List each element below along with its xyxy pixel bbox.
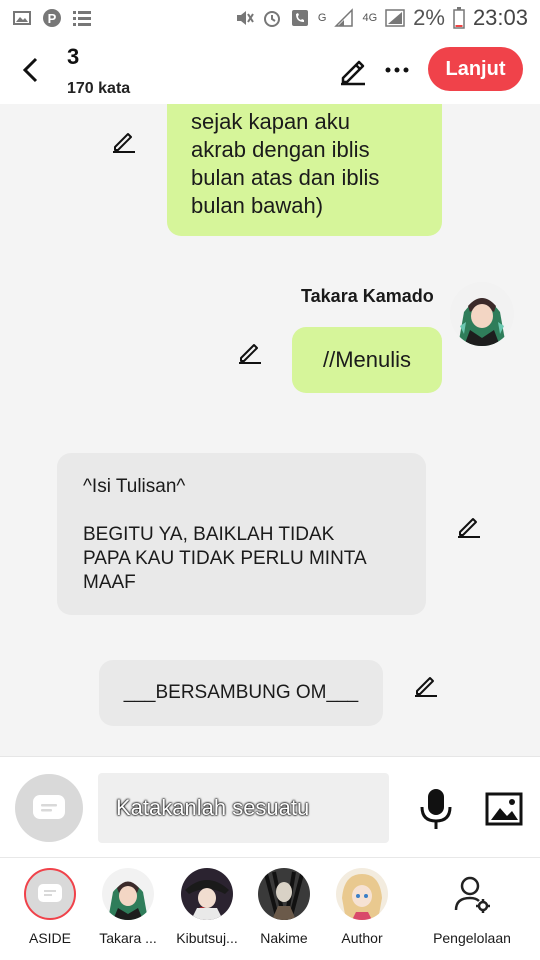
network-g-label: G: [317, 12, 327, 24]
aside-avatar: [24, 868, 76, 920]
avatar: [336, 868, 388, 920]
aside-icon: [38, 884, 62, 902]
network-4g-label: 4G: [362, 12, 378, 24]
message-line: akrab dengan iblis: [191, 137, 370, 162]
narration-bubble[interactable]: ___BERSAMBUNG OM___: [99, 660, 383, 726]
manage-characters-button[interactable]: Pengelolaan: [426, 868, 518, 946]
more-options-button[interactable]: [380, 54, 414, 86]
signal-4g-icon: [385, 9, 405, 27]
status-bar: P G 4G 2% 23:03: [0, 0, 540, 36]
narration-line: BEGITU YA, BAIKLAH TIDAK: [83, 524, 335, 545]
character-author[interactable]: Author: [322, 868, 402, 946]
more-dots-icon: [385, 67, 409, 73]
character-avatar-image: [450, 282, 514, 346]
avatar: [102, 868, 154, 920]
edit-title-button[interactable]: [337, 54, 369, 86]
avatar: [181, 868, 233, 920]
alarm-icon: [263, 11, 280, 27]
avatar[interactable]: [450, 282, 514, 346]
signal-icon: [334, 8, 354, 27]
battery-icon: [453, 7, 465, 29]
voice-input-button[interactable]: [416, 787, 456, 831]
pencil-icon: [341, 60, 365, 86]
character-name: Nakime: [260, 930, 308, 946]
narration-text: ___BERSAMBUNG OM___: [123, 682, 359, 703]
message-line: bulan bawah): [191, 193, 324, 218]
character-kibutsuji[interactable]: Kibutsuj...: [167, 868, 247, 946]
back-button[interactable]: [12, 52, 48, 88]
message-input[interactable]: Katakanlah sesuatu: [98, 773, 389, 843]
image-notification-icon: [13, 11, 31, 25]
clock: 23:03: [472, 5, 528, 30]
next-button[interactable]: Lanjut: [428, 47, 523, 91]
svg-text:P: P: [48, 11, 57, 26]
character-bar: ASIDE Takara ... Kibutsuj... Nakime Auth…: [0, 857, 540, 960]
edit-message-icon[interactable]: [413, 672, 439, 698]
mute-icon: [236, 11, 254, 25]
character-name: Pengelolaan: [433, 930, 511, 946]
message-text: //Menulis: [322, 347, 412, 372]
header: 3 170 kata Lanjut: [0, 36, 540, 104]
character-name: Kibutsuj...: [176, 930, 238, 946]
image-icon: [485, 792, 523, 826]
character-takara[interactable]: Takara ...: [88, 868, 168, 946]
character-nakime[interactable]: Nakime: [244, 868, 324, 946]
character-name: ASIDE: [28, 930, 71, 946]
aside-toggle-button[interactable]: [15, 774, 83, 842]
word-count: 170 kata: [67, 80, 131, 97]
character-name: Author: [341, 930, 383, 946]
pinterest-notification-icon: P: [43, 9, 61, 27]
insert-image-button[interactable]: [484, 789, 524, 829]
speaker-name: Takara Kamado: [301, 286, 434, 306]
edit-message-icon[interactable]: [237, 339, 263, 365]
message-line: sejak kapan aku: [191, 109, 350, 134]
narration-line: PAPA KAU TIDAK PERLU MINTA: [83, 548, 367, 569]
message-bubble[interactable]: sejak kapan aku akrab dengan iblis bulan…: [167, 104, 442, 236]
input-bar: Katakanlah sesuatu: [0, 756, 540, 857]
chat-area[interactable]: sejak kapan aku akrab dengan iblis bulan…: [0, 104, 540, 756]
microphone-icon: [420, 789, 452, 829]
character-name: Takara ...: [99, 930, 157, 946]
battery-percent: 2%: [413, 5, 445, 30]
aside-icon: [33, 795, 65, 819]
edit-message-icon[interactable]: [111, 128, 137, 154]
list-notification-icon: [73, 11, 91, 26]
narration-bubble[interactable]: ^Isi Tulisan^ BEGITU YA, BAIKLAH TIDAK P…: [57, 453, 426, 615]
chevron-left-icon: [22, 57, 38, 83]
narration-heading: ^Isi Tulisan^: [83, 476, 186, 497]
page-title: 3: [67, 44, 80, 69]
character-aside[interactable]: ASIDE: [10, 868, 90, 946]
avatar: [258, 868, 310, 920]
call-icon: [291, 10, 308, 26]
edit-message-icon[interactable]: [456, 513, 482, 539]
manage-user-icon: [446, 868, 498, 920]
message-line: bulan atas dan iblis: [191, 165, 380, 190]
narration-line: MAAF: [83, 572, 136, 593]
message-bubble[interactable]: //Menulis: [292, 327, 442, 393]
